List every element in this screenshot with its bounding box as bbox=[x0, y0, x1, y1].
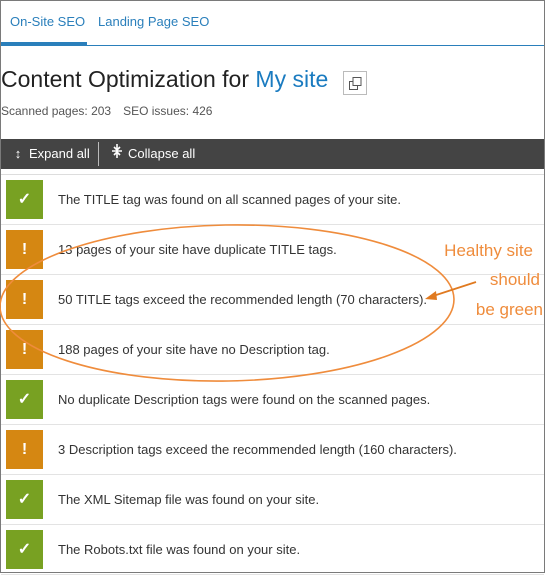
seo-check-text: 188 pages of your site have no Descripti… bbox=[58, 342, 330, 357]
check-icon: ✓ bbox=[6, 380, 43, 419]
copy-icon bbox=[349, 77, 362, 90]
seo-check-text: The Robots.txt file was found on your si… bbox=[58, 542, 301, 557]
check-icon: ✓ bbox=[6, 480, 43, 519]
tab-landing-page-seo[interactable]: Landing Page SEO bbox=[98, 14, 209, 29]
check-icon: ✓ bbox=[6, 180, 43, 219]
seo-check-row[interactable]: ✓ No duplicate Description tags were foun… bbox=[1, 375, 544, 425]
page-title-prefix: Content Optimization for bbox=[1, 66, 256, 92]
warning-icon: ! bbox=[6, 430, 43, 469]
seo-check-text: 3 Description tags exceed the recommende… bbox=[58, 442, 457, 457]
seo-check-row[interactable]: ✓ The TITLE tag was found on all scanned … bbox=[1, 175, 544, 225]
collapse-all-button[interactable]: Collapse all bbox=[111, 139, 195, 169]
toolbar: ↕ Expand all Collapse all bbox=[1, 139, 544, 169]
expand-icon: ↕ bbox=[14, 146, 22, 161]
seo-check-text: 50 TITLE tags exceed the recommended len… bbox=[58, 292, 428, 307]
seo-check-text: The TITLE tag was found on all scanned p… bbox=[58, 192, 402, 207]
seo-check-row[interactable]: ! 188 pages of your site have no Descript… bbox=[1, 325, 544, 375]
seo-issues-count: SEO issues: 426 bbox=[123, 104, 213, 118]
seo-check-text: 13 pages of your site have duplicate TIT… bbox=[58, 242, 337, 257]
site-name-link[interactable]: My site bbox=[255, 66, 328, 92]
page-title: Content Optimization for My site bbox=[1, 66, 328, 93]
active-tab-indicator bbox=[1, 42, 87, 46]
tab-bar: On-Site SEO Landing Page SEO bbox=[1, 1, 544, 46]
seo-check-list: ✓ The TITLE tag was found on all scanned … bbox=[1, 174, 544, 575]
warning-icon: ! bbox=[6, 230, 43, 269]
expand-all-button[interactable]: ↕ Expand all bbox=[12, 139, 90, 169]
seo-check-text: No duplicate Description tags were found… bbox=[58, 392, 431, 407]
annotation-text-line-1: Healthy site bbox=[444, 241, 533, 260]
scan-stats: Scanned pages: 203 SEO issues: 426 bbox=[1, 104, 212, 118]
toolbar-divider bbox=[98, 142, 99, 166]
scanned-pages-count: Scanned pages: 203 bbox=[1, 104, 112, 118]
copy-button[interactable] bbox=[343, 71, 367, 95]
seo-check-row[interactable]: ✓ The Robots.txt file was found on your s… bbox=[1, 525, 544, 575]
warning-icon: ! bbox=[6, 280, 43, 319]
annotation-text-line-2: should bbox=[489, 270, 540, 289]
seo-check-row[interactable]: ! 3 Description tags exceed the recommend… bbox=[1, 425, 544, 475]
seo-check-text: The XML Sitemap file was found on your s… bbox=[58, 492, 320, 507]
annotation-text-line-3: be green bbox=[475, 300, 543, 319]
seo-check-row[interactable]: ✓ The XML Sitemap file was found on your … bbox=[1, 475, 544, 525]
check-icon: ✓ bbox=[6, 530, 43, 569]
warning-icon: ! bbox=[6, 330, 43, 369]
collapse-all-label: Collapse all bbox=[128, 146, 196, 161]
collapse-icon bbox=[111, 139, 123, 169]
tab-on-site-seo[interactable]: On-Site SEO bbox=[10, 14, 85, 29]
expand-all-label: Expand all bbox=[29, 146, 90, 161]
